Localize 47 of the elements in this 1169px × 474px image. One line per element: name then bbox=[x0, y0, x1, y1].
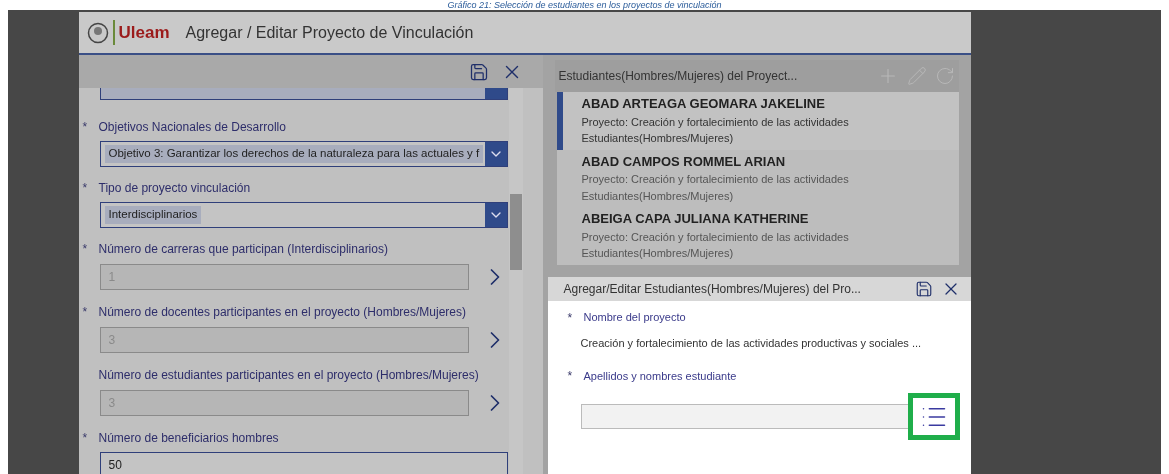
field-label: Número de estudiantes participantes en el proyecto (Hombres/Mujeres) bbox=[98, 367, 479, 384]
field-label: Objetivos Nacionales de Desarrollo bbox=[98, 119, 286, 136]
dropdown-value: Interdisciplinarios bbox=[104, 206, 202, 224]
dialog-title: Agregar/Editar Estudiantes(Hombres/Mujeres) del Pro... bbox=[563, 280, 861, 298]
category-line: Estudiantes(Hombres/Mujeres) bbox=[581, 131, 735, 146]
required-asterisk: * bbox=[82, 119, 88, 136]
student-name: ABAD CAMPOS ROMMEL ARIAN bbox=[581, 152, 787, 171]
chevron-down-icon bbox=[484, 142, 507, 166]
figure-caption: Gráfico 21: Selección de estudiantes en los proyectos de vinculación bbox=[447, 0, 722, 10]
list-item[interactable]: ABAD CAMPOS ROMMEL ARIAN Proyecto: Creación y fortalecimiento de las actividades Estudiantes(Hombres/Mujeres) bbox=[556, 149, 959, 207]
window-title: Agregar / Editar Proyecto de Vinculación bbox=[185, 22, 474, 43]
dropdown[interactable] bbox=[99, 88, 508, 100]
dropdown[interactable]: Objetivo 3: Garantizar los derechos de la naturaleza para las actuales y f bbox=[99, 141, 508, 167]
category-line: Estudiantes(Hombres/Mujeres) bbox=[581, 246, 735, 261]
input-field[interactable]: 50 bbox=[99, 452, 508, 474]
student-name: ABEIGA CAPA JULIANA KATHERINE bbox=[581, 210, 810, 228]
field-label: Apellidos y nombres estudiante bbox=[583, 368, 737, 384]
required-asterisk: * bbox=[567, 368, 573, 385]
list-button[interactable] bbox=[907, 393, 960, 440]
dropdown[interactable]: Interdisciplinarios bbox=[99, 202, 508, 228]
project-name-value: Creación y fortalecimiento de las actividades productivas y sociales ... bbox=[579, 335, 923, 351]
crest-logo-icon bbox=[86, 21, 109, 44]
required-asterisk: * bbox=[567, 309, 573, 327]
field-label: Número de docentes participantes en el proyecto (Hombres/Mujeres) bbox=[98, 304, 466, 321]
required-asterisk: * bbox=[82, 304, 88, 321]
category-line: Estudiantes(Hombres/Mujeres) bbox=[581, 188, 735, 204]
project-line: Proyecto: Creación y fortalecimiento de las actividades bbox=[581, 172, 850, 187]
list-item[interactable]: ABAD ARTEAGA GEOMARA JAKELINE Proyecto: Creación y fortalecimiento de las actividades Estudiantes(Hombres/Mujeres) bbox=[556, 92, 959, 150]
student-input-field[interactable] bbox=[580, 404, 911, 429]
save-icon[interactable] bbox=[468, 61, 489, 82]
field-label: Número de beneficiarios hombres bbox=[98, 430, 279, 447]
required-asterisk: * bbox=[82, 430, 88, 447]
required-asterisk: * bbox=[82, 180, 88, 197]
project-line: Proyecto: Creación y fortalecimiento de las actividades bbox=[581, 114, 850, 130]
chevron-down-icon bbox=[484, 203, 507, 227]
project-line: Proyecto: Creación y fortalecimiento de las actividades bbox=[581, 229, 850, 245]
list-title: Estudiantes(Hombres/Mujeres) del Proyect... bbox=[558, 68, 798, 85]
field-label: Tipo de proyecto vinculación bbox=[98, 180, 251, 197]
required-asterisk: * bbox=[82, 241, 88, 258]
logo-wordmark: Uleam bbox=[112, 19, 170, 46]
scrollbar[interactable] bbox=[508, 88, 523, 474]
list-item[interactable]: ABEIGA CAPA JULIANA KATHERINE Proyecto: Creación y fortalecimiento de las actividades Estudiantes(Hombres/Mujeres) bbox=[556, 207, 959, 265]
student-name: ABAD ARTEAGA GEOMARA JAKELINE bbox=[581, 95, 826, 113]
save-icon[interactable] bbox=[914, 279, 933, 298]
field-label: Nombre del proyecto bbox=[583, 310, 686, 326]
dropdown-value: Objetivo 3: Garantizar los derechos de la naturaleza para las actuales y f bbox=[104, 145, 484, 163]
field-label: Número de carreras que participan (Interdisciplinarios) bbox=[98, 241, 388, 258]
